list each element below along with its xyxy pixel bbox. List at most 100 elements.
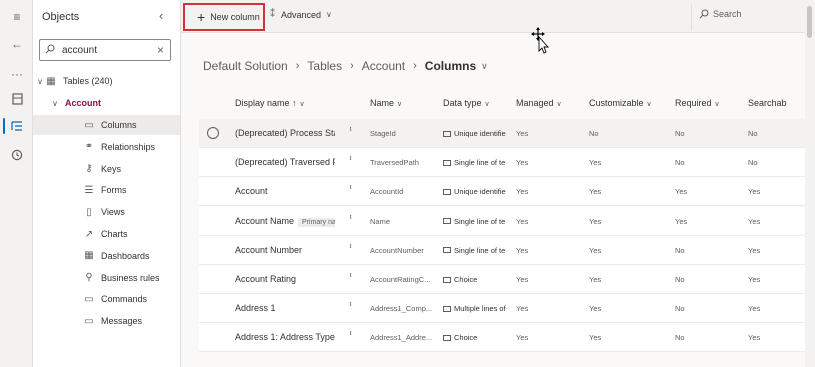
table-row[interactable]: Account Name Primary na ··· Name Single line… — [199, 206, 805, 236]
more-options-icon[interactable]: ··· — [345, 272, 356, 276]
tree-item-dashboards[interactable]: ▦ Dashboards — [33, 246, 180, 266]
tree-item-messages[interactable]: ▭ Messages — [33, 311, 180, 331]
new-column-button[interactable]: + New column — [183, 3, 265, 31]
column-header-data-type[interactable]: Data type ∨ — [443, 98, 490, 108]
messages-icon: ▭ — [84, 315, 94, 327]
tree-item-tables-label: Tables (240) — [63, 76, 113, 86]
keys-icon: ⚷ — [85, 163, 93, 175]
advanced-button[interactable]: ⁑ Advanced ∨ — [270, 9, 332, 20]
more-options-icon[interactable]: ··· — [345, 243, 356, 247]
more-options-icon[interactable]: ··· — [345, 184, 356, 188]
tree-item-account[interactable]: ∨ Account — [33, 93, 180, 113]
data-type-text: Multiple lines of — [454, 304, 506, 314]
cell-name: StageId — [370, 129, 396, 138]
display-name-header-label: Display name ↑ — [235, 98, 297, 108]
objects-icon[interactable] — [9, 118, 25, 134]
cell-required: Yes — [675, 187, 688, 197]
cell-managed: Yes — [516, 129, 529, 138]
table-icon: ▦ — [46, 75, 56, 87]
data-type-text: Choice — [454, 333, 478, 343]
command-search-box[interactable]: Search — [699, 9, 742, 19]
cell-display-name: Account Number — [235, 245, 335, 255]
objects-search-input[interactable]: account × — [39, 39, 171, 61]
more-options-icon[interactable]: ··· — [345, 214, 356, 218]
tree-item-columns[interactable]: ▭ Columns — [33, 115, 180, 135]
more-options-icon[interactable]: ··· — [345, 155, 356, 159]
more-options-icon[interactable]: ··· — [345, 126, 356, 130]
chevron-down-icon: ∨ — [326, 10, 332, 19]
data-type-icon — [443, 159, 451, 166]
column-header-name[interactable]: Name ∨ — [370, 98, 402, 108]
column-header-display-name[interactable]: Display name ↑ ∨ — [235, 98, 305, 108]
table-row[interactable]: Address 1 ··· Address1_Comp... Multiple lin… — [199, 294, 805, 324]
breadcrumb-default-solution[interactable]: Default Solution — [203, 59, 288, 73]
data-type-icon — [443, 334, 451, 341]
new-column-label: New column — [210, 12, 260, 22]
cell-name: Address1_Addre... — [370, 333, 432, 343]
breadcrumb-columns[interactable]: Columns — [425, 59, 476, 73]
cell-customizable: Yes — [589, 187, 602, 197]
views-icon: ▯ — [86, 206, 92, 218]
table-row[interactable]: Account ··· AccountId Unique identifie Yes Ye… — [199, 177, 805, 207]
tree-item-label: Relationships — [101, 141, 156, 152]
cell-managed: Yes — [516, 158, 529, 168]
tree-item-charts[interactable]: ↗ Charts — [33, 224, 180, 244]
advanced-tools-icon: ⁑ — [270, 9, 275, 20]
objects-title: Objects — [42, 11, 80, 23]
tree-item-label: Business rules — [101, 272, 160, 283]
cell-data-type: Unique identifie — [443, 187, 507, 196]
tree-item-views[interactable]: ▯ Views — [33, 202, 180, 222]
cell-name: AccountNumber — [370, 245, 424, 255]
columns-icon: ▭ — [84, 119, 94, 131]
history-icon[interactable] — [9, 147, 25, 163]
tree-item-relationships[interactable]: ⚭ Relationships — [33, 137, 180, 157]
cell-data-type: Single line of te — [443, 217, 507, 226]
display-name-text: (Deprecated) Process Stag — [235, 128, 335, 138]
chevron-down-icon[interactable]: ∨ — [481, 61, 488, 72]
hamburger-menu-icon[interactable]: ≡ — [9, 9, 25, 25]
vertical-scrollbar[interactable] — [805, 0, 815, 367]
chevron-down-icon[interactable]: ∨ — [35, 77, 45, 86]
collapse-pane-icon[interactable]: ‹ — [159, 8, 163, 23]
table-row[interactable]: (Deprecated) Process Stag ··· StageId Uniqu… — [199, 119, 805, 148]
cell-customizable: Yes — [589, 158, 602, 168]
cell-required: No — [675, 129, 685, 138]
table-row[interactable]: Account Rating ··· AccountRatingC... Choice… — [199, 265, 805, 294]
display-name-text: Account Rating — [235, 274, 297, 284]
table-row[interactable]: Address 1: Address Type ··· Address1_Addre… — [199, 323, 805, 353]
forms-icon: ☰ — [84, 184, 94, 196]
tree-item-tables[interactable]: ∨ ▦ Tables (240) — [33, 71, 180, 91]
scrollbar-thumb[interactable] — [807, 6, 812, 38]
chevron-down-icon: ∨ — [646, 101, 652, 108]
data-type-text: Unique identifie — [454, 187, 506, 197]
cell-display-name: Account — [235, 186, 335, 196]
cell-customizable: Yes — [589, 245, 602, 255]
more-options-icon[interactable]: ··· — [345, 301, 356, 305]
tree-item-forms[interactable]: ☰ Forms — [33, 180, 180, 200]
chevron-right-icon: › — [295, 60, 300, 72]
cell-display-name: Address 1: Address Type — [235, 332, 335, 342]
cell-required: No — [675, 245, 685, 255]
more-options-icon[interactable]: ··· — [345, 330, 356, 334]
column-header-managed[interactable]: Managed ∨ — [516, 98, 562, 108]
table-row[interactable]: (Deprecated) Traversed Pa ··· TraversedPat… — [199, 148, 805, 178]
table-row[interactable]: Account Number ··· AccountNumber Single lin… — [199, 235, 805, 265]
cell-data-type: Unique identifie — [443, 129, 507, 138]
breadcrumb: Default Solution › Tables › Account › Co… — [203, 59, 488, 73]
breadcrumb-tables[interactable]: Tables — [307, 59, 342, 73]
plus-icon: + — [197, 9, 206, 25]
tree-item-keys[interactable]: ⚷ Keys — [33, 159, 180, 179]
pages-icon[interactable] — [9, 91, 25, 107]
chevron-down-icon: ∨ — [397, 101, 403, 108]
column-header-customizable[interactable]: Customizable ∨ — [589, 98, 652, 108]
back-arrow-icon[interactable]: ← — [9, 36, 25, 52]
column-header-required[interactable]: Required ∨ — [675, 98, 720, 108]
chevron-down-icon[interactable]: ∨ — [50, 99, 60, 108]
more-icon[interactable]: ··· — [9, 66, 25, 82]
clear-search-icon[interactable]: × — [157, 43, 164, 57]
column-header-searchable[interactable]: Searchab — [748, 98, 787, 108]
tree-item-commands[interactable]: ▭ Commands — [33, 289, 180, 309]
tree-item-business-rules[interactable]: ⚲ Business rules — [33, 268, 180, 288]
breadcrumb-account[interactable]: Account — [362, 59, 405, 73]
row-select-radio[interactable] — [207, 127, 219, 139]
